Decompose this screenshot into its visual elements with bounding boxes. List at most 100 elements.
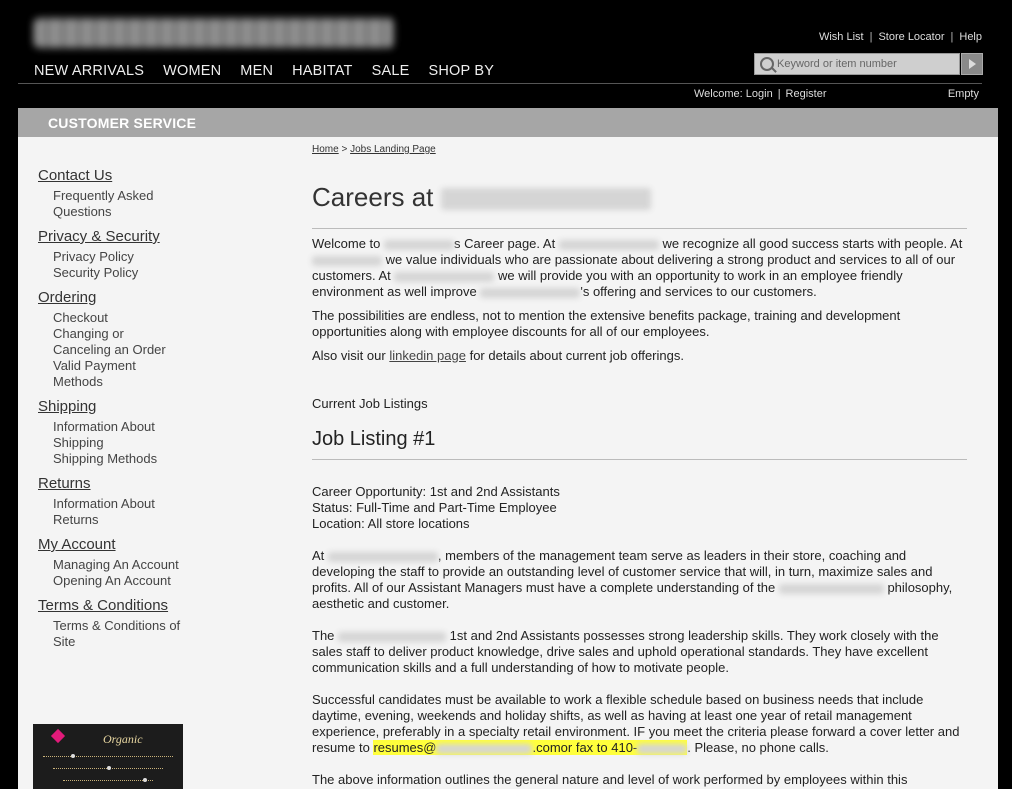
star-icon	[50, 728, 66, 744]
breadcrumb: Home > Jobs Landing Page	[312, 144, 436, 155]
pendant-graphic	[71, 754, 75, 758]
redacted-fax-number	[637, 743, 688, 754]
redacted-store-name	[778, 583, 884, 594]
job-divider	[312, 459, 967, 460]
nav-shop-by[interactable]: SHOP BY	[429, 63, 495, 79]
store-logo[interactable]	[34, 18, 394, 48]
contact-info-highlight: resumes@ .comor fax to 410-	[373, 740, 688, 755]
section-title: CUSTOMER SERVICE	[48, 115, 197, 131]
main-nav: NEW ARRIVALS WOMEN MEN HABITAT SALE SHOP…	[34, 63, 494, 79]
wish-list-link[interactable]: Wish List	[819, 31, 864, 43]
search-submit-button[interactable]	[961, 53, 983, 75]
sidebar-item-valid-payment[interactable]: Methods	[53, 374, 208, 390]
sidebar-item-returns-info[interactable]: Returns	[53, 512, 208, 528]
sidebar-section-shipping: Shipping Information About Shipping Ship…	[38, 398, 208, 467]
search-box	[754, 53, 960, 75]
nav-sale[interactable]: SALE	[372, 63, 410, 79]
sidebar-item-terms-of-site[interactable]: Site	[53, 634, 208, 650]
redacted-store-name	[384, 239, 455, 250]
job-detail-line: Status: Full-Time and Part-Time Employee	[312, 500, 557, 515]
register-link[interactable]: Register	[786, 88, 827, 100]
intro-text: 's offering and services to our customer…	[580, 284, 817, 299]
cart-status[interactable]: Empty	[948, 88, 979, 100]
sidebar-heading-ordering[interactable]: Ordering	[38, 289, 208, 306]
job-details: Career Opportunity: 1st and 2nd Assistan…	[312, 484, 972, 532]
sidebar-item-opening-account[interactable]: Opening An Account	[53, 573, 208, 589]
sidebar-section-terms: Terms & Conditions Terms & Conditions of…	[38, 597, 208, 650]
intro-paragraph: Welcome to s Career page. At we recogniz…	[312, 236, 972, 300]
title-divider	[312, 228, 967, 229]
sidebar-item-shipping-info[interactable]: Information About	[53, 419, 208, 435]
sidebar-ad-banner[interactable]: Organic	[33, 724, 183, 789]
sidebar-section-account: My Account Managing An Account Opening A…	[38, 536, 208, 589]
redacted-store-name	[312, 255, 382, 266]
nav-new-arrivals[interactable]: NEW ARRIVALS	[34, 63, 144, 79]
separator: |	[950, 31, 954, 43]
necklace-graphic	[43, 756, 173, 758]
sidebar-item-security-policy[interactable]: Security Policy	[53, 265, 208, 281]
pendant-graphic	[107, 766, 111, 770]
assistants-paragraph: The 1st and 2nd Assistants possesses str…	[312, 628, 972, 676]
ad-brand-logo: Organic	[103, 732, 143, 746]
redacted-store-name	[327, 551, 438, 562]
redacted-store-name	[558, 239, 659, 250]
sidebar-heading-my-account[interactable]: My Account	[38, 536, 208, 553]
page-title-text: Careers at	[312, 182, 434, 212]
sidebar: Contact Us Frequently Asked Questions Pr…	[38, 167, 208, 658]
sidebar-item-managing-account[interactable]: Managing An Account	[53, 557, 208, 573]
search-input[interactable]	[777, 56, 955, 72]
current-listings-label: Current Job Listings	[312, 396, 428, 411]
sidebar-item-privacy-policy[interactable]: Privacy Policy	[53, 249, 208, 265]
redacted-store-name	[440, 188, 651, 211]
sidebar-item-valid-payment[interactable]: Valid Payment	[53, 358, 208, 374]
visit-text: Also visit our	[312, 348, 386, 363]
sidebar-heading-shipping[interactable]: Shipping	[38, 398, 208, 415]
benefits-paragraph: The possibilities are endless, not to me…	[312, 308, 901, 339]
sidebar-heading-returns[interactable]: Returns	[38, 475, 208, 492]
breadcrumb-jobs-landing[interactable]: Jobs Landing Page	[350, 144, 436, 155]
fax-text: .comor fax to 410-	[532, 740, 638, 755]
redacted-store-name	[338, 631, 447, 642]
sidebar-heading-terms[interactable]: Terms & Conditions	[38, 597, 208, 614]
site-header: Wish List | Store Locator | Help NEW ARRIVAL…	[0, 0, 1012, 108]
pendant-graphic	[143, 778, 147, 782]
help-link[interactable]: Help	[959, 31, 982, 43]
sidebar-item-checkout[interactable]: Checkout	[53, 310, 208, 326]
nav-habitat[interactable]: HABITAT	[292, 63, 352, 79]
job-detail-line: Career Opportunity: 1st and 2nd Assistan…	[312, 484, 560, 499]
account-links: Welcome: Login | Register	[694, 88, 827, 100]
sidebar-item-terms-of-site[interactable]: Terms & Conditions of	[53, 618, 208, 634]
redacted-store-name	[480, 287, 581, 298]
job-listing-heading: Job Listing #1	[312, 428, 436, 450]
sidebar-item-changing-order[interactable]: Canceling an Order	[53, 342, 208, 358]
section-bar: CUSTOMER SERVICE	[18, 108, 998, 137]
header-divider	[18, 83, 982, 84]
breadcrumb-home[interactable]: Home	[312, 144, 339, 155]
sidebar-section-privacy: Privacy & Security Privacy Policy Securi…	[38, 228, 208, 281]
necklace-graphic	[63, 780, 153, 782]
email-text: resumes@	[373, 740, 437, 755]
content-area: Contact Us Frequently Asked Questions Pr…	[18, 137, 998, 789]
intro-text: Welcome to	[312, 236, 381, 251]
page-title: Careers at	[312, 182, 651, 213]
sidebar-heading-privacy-security[interactable]: Privacy & Security	[38, 228, 208, 245]
sidebar-item-changing-order[interactable]: Changing or	[53, 326, 208, 342]
intro-text: we recognize all good success starts wit…	[662, 236, 963, 251]
sidebar-section-contact: Contact Us Frequently Asked Questions	[38, 167, 208, 220]
sidebar-item-shipping-info[interactable]: Shipping	[53, 435, 208, 451]
job-text: . Please, no phone calls.	[687, 740, 829, 755]
separator: |	[869, 31, 873, 43]
sidebar-item-shipping-methods[interactable]: Shipping Methods	[53, 451, 208, 467]
nav-men[interactable]: MEN	[240, 63, 273, 79]
store-locator-link[interactable]: Store Locator	[878, 31, 944, 43]
login-link[interactable]: Login	[746, 88, 773, 100]
visit-text: for details about current job offerings.	[469, 348, 684, 363]
nav-women[interactable]: WOMEN	[163, 63, 221, 79]
utility-links: Wish List | Store Locator | Help	[819, 31, 982, 43]
job-text: At	[312, 548, 325, 563]
linkedin-link[interactable]: linkedin page	[389, 348, 466, 363]
sidebar-heading-contact-us[interactable]: Contact Us	[38, 167, 208, 184]
sidebar-item-faq[interactable]: Frequently Asked	[53, 188, 208, 204]
sidebar-item-faq[interactable]: Questions	[53, 204, 208, 220]
sidebar-item-returns-info[interactable]: Information About	[53, 496, 208, 512]
